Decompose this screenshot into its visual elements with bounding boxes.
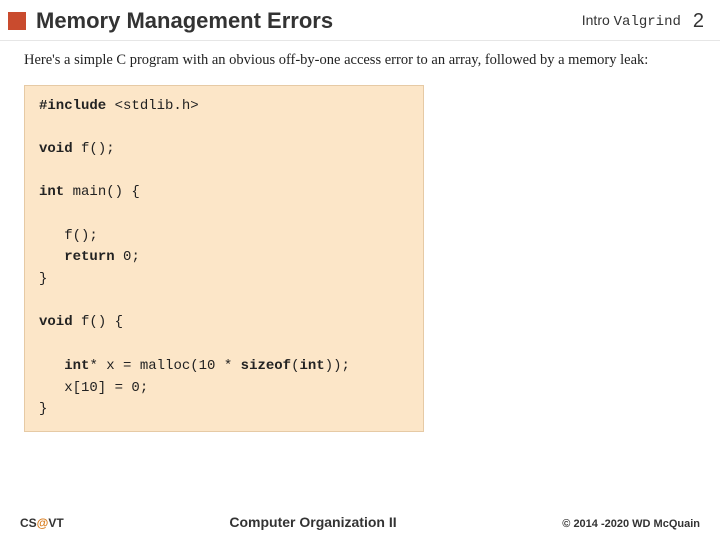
code-text: f(); <box>39 228 98 244</box>
footer-vt: VT <box>48 516 63 530</box>
code-text: main() { <box>64 184 140 200</box>
code-text: f(); <box>73 141 115 157</box>
code-kw: int <box>39 184 64 200</box>
code-kw: return <box>64 249 114 265</box>
code-text: x[10] = 0; <box>39 380 148 396</box>
slide-footer: CS@VT Computer Organization II © 2014 -2… <box>0 514 720 530</box>
page-number: 2 <box>693 10 704 33</box>
code-text: } <box>39 271 47 287</box>
slide-header: Memory Management Errors Intro Valgrind … <box>0 0 720 41</box>
code-text: * x = malloc(10 * <box>89 358 240 374</box>
footer-cs: CS <box>20 516 37 530</box>
breadcrumb-mono: Valgrind <box>614 14 681 30</box>
code-text: )); <box>325 358 350 374</box>
slide-title: Memory Management Errors <box>36 8 582 34</box>
code-text: ( <box>291 358 299 374</box>
code-kw: int <box>300 358 325 374</box>
code-kw: int <box>64 358 89 374</box>
footer-copyright: © 2014 -2020 WD McQuain <box>562 518 700 530</box>
code-text: <stdlib.h> <box>106 98 198 114</box>
code-kw: void <box>39 141 73 157</box>
footer-left: CS@VT <box>20 516 64 530</box>
breadcrumb-text: Intro <box>582 12 614 28</box>
code-kw: sizeof <box>241 358 291 374</box>
footer-at: @ <box>37 516 49 530</box>
code-block: #include <stdlib.h> void f(); int main()… <box>24 85 424 432</box>
code-kw: #include <box>39 98 106 114</box>
code-text: } <box>39 401 47 417</box>
accent-square-icon <box>8 12 26 30</box>
code-text <box>39 249 64 265</box>
intro-text: Here's a simple C program with an obviou… <box>24 51 696 71</box>
code-text: 0; <box>115 249 140 265</box>
code-text: f() { <box>73 314 123 330</box>
code-text <box>39 358 64 374</box>
code-kw: void <box>39 314 73 330</box>
breadcrumb: Intro Valgrind <box>582 12 681 30</box>
footer-center: Computer Organization II <box>64 514 563 530</box>
slide-content: Here's a simple C program with an obviou… <box>0 41 720 432</box>
